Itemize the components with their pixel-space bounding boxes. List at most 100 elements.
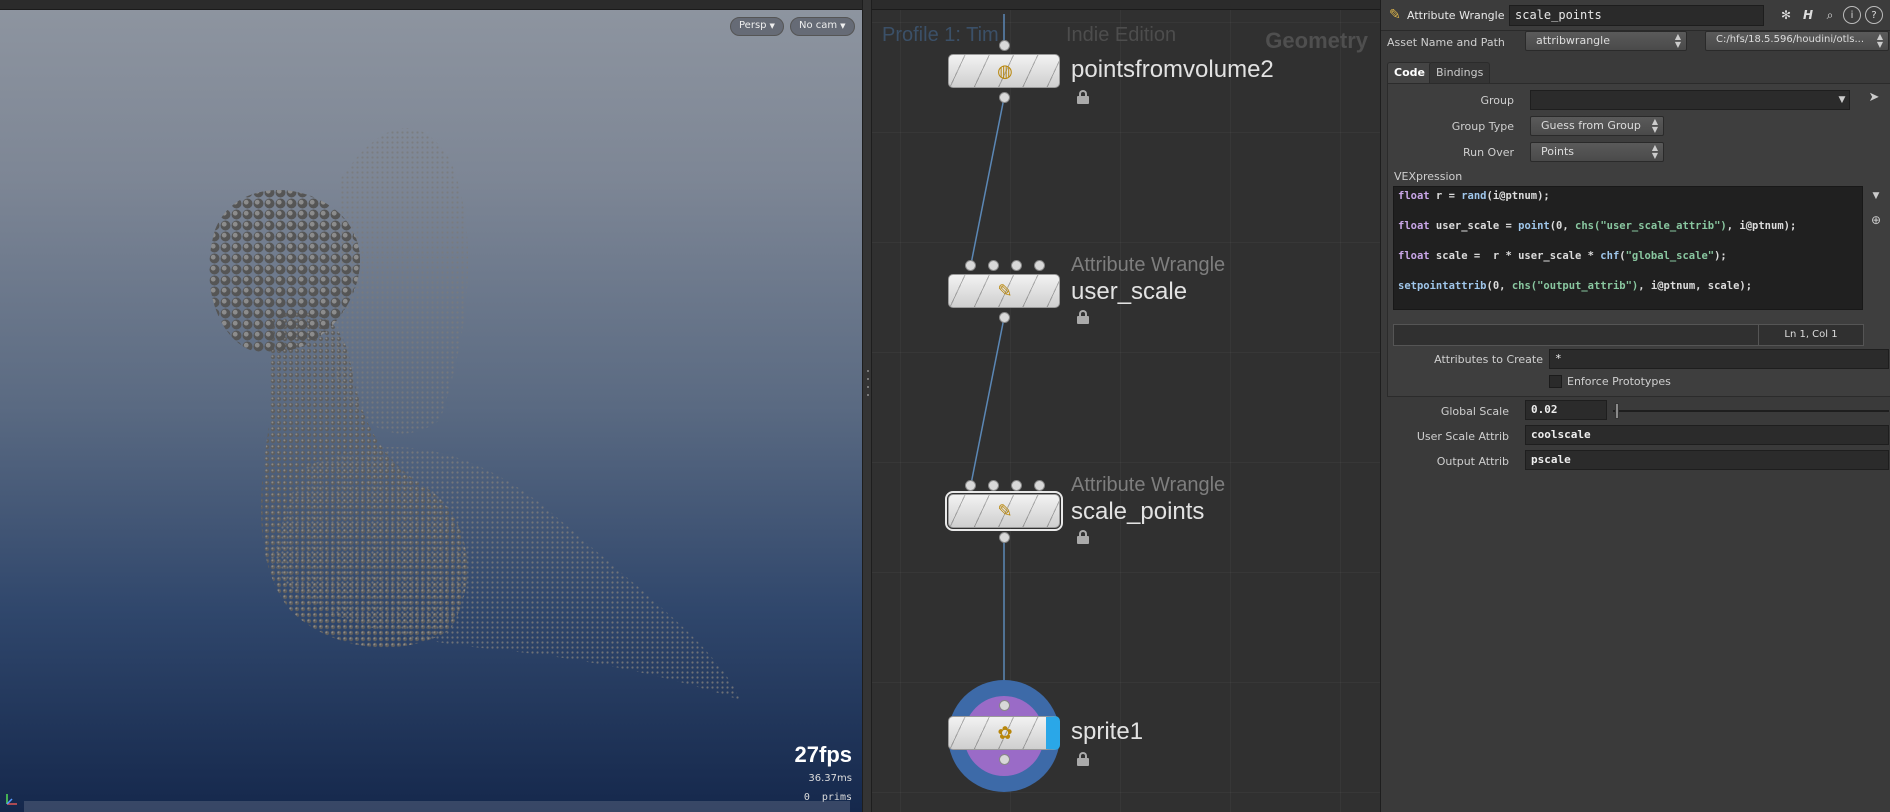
asset-name-menu[interactable]: attribwrangle ▲ ▼ (1525, 31, 1687, 51)
run-over-label: Run Over (1462, 146, 1514, 159)
node-input-port[interactable] (1011, 480, 1022, 491)
network-editor[interactable]: Profile 1: Tim Indie Edition Geometry ◍ … (872, 0, 1380, 812)
group-type-value: Guess from Group (1541, 119, 1641, 132)
run-over-menu[interactable]: Points ▲ ▼ (1530, 142, 1664, 162)
node-name-label: sprite1 (1071, 718, 1144, 745)
updown-arrow-icon: ▲ ▼ (1651, 117, 1658, 134)
chevron-down-icon: ▼ (769, 22, 775, 30)
camera-view-label: Persp (739, 20, 767, 31)
global-scale-field[interactable]: 0.02 (1525, 400, 1607, 420)
asset-label: Asset Name and Path (1387, 36, 1505, 49)
global-scale-slider[interactable] (1613, 410, 1889, 412)
lock-icon[interactable] (1076, 752, 1090, 766)
node-wires (970, 14, 1005, 705)
output-attrib-label: Output Attrib (1436, 455, 1509, 468)
node-output-port[interactable] (999, 92, 1010, 103)
gear-icon[interactable]: ✻ (1777, 6, 1795, 24)
updown-arrow-icon: ▲ ▼ (1651, 143, 1658, 160)
add-snippet-icon[interactable]: ⊕ (1868, 212, 1884, 228)
node-type-label: Attribute Wrangle (1071, 254, 1226, 276)
cursor-position: Ln 1, Col 1 (1758, 325, 1863, 345)
node-name-field[interactable]: scale_points (1509, 5, 1764, 26)
group-label: Group (1480, 94, 1515, 107)
help-h-icon[interactable]: H (1799, 6, 1817, 24)
volume-points-icon: ◍ (997, 61, 1013, 82)
node-input-port[interactable] (965, 260, 976, 271)
node-output-port[interactable] (999, 312, 1010, 323)
node-name-label: user_scale (1071, 278, 1188, 305)
frame-time-readout: 36.37ms (808, 773, 852, 784)
node-name-label: scale_points (1071, 498, 1205, 525)
camera-select-menu[interactable]: No cam ▼ (790, 17, 855, 36)
code-line: float user_scale = point(0, chs("user_sc… (1398, 220, 1797, 232)
lock-icon[interactable] (1076, 90, 1090, 104)
tab-bindings[interactable]: Bindings (1429, 62, 1491, 83)
node-input-port[interactable] (988, 480, 999, 491)
point-cloud-render (209, 127, 740, 700)
code-line: setpointattrib(0, chs("output_attrib"), … (1398, 280, 1753, 292)
group-type-menu[interactable]: Guess from Group ▲ ▼ (1530, 116, 1664, 136)
fps-readout: 27fps (794, 742, 852, 767)
node-sprite1[interactable]: ✿ (948, 716, 1060, 750)
attributes-to-create-field[interactable]: * (1549, 349, 1889, 369)
output-attrib-field[interactable]: pscale (1525, 450, 1889, 470)
vex-code-editor[interactable]: float r = rand(i@ptnum); float user_scal… (1393, 186, 1863, 310)
node-input-port[interactable] (1034, 260, 1045, 271)
code-line: float scale = r * user_scale * chf("glob… (1398, 250, 1727, 262)
scene-viewport[interactable]: Persp ▼ No cam ▼ 27fps 36.37ms 0 prims (0, 0, 862, 812)
camera-view-menu[interactable]: Persp ▼ (730, 17, 784, 36)
chevron-down-icon[interactable]: ▼ (1834, 92, 1850, 108)
code-line: float r = rand(i@ptnum); (1398, 190, 1550, 202)
node-type-label: Attribute Wrangle (1407, 9, 1505, 22)
node-output-port[interactable] (999, 532, 1010, 543)
divider-grip (867, 386, 869, 388)
axis-gizmo-icon (6, 794, 17, 805)
parameter-header: ✎ Attribute Wrangle scale_points ✻ H ⌕ i… (1381, 0, 1890, 31)
node-type-label: Attribute Wrangle (1071, 474, 1226, 496)
node-user-scale[interactable]: ✎ (948, 274, 1060, 308)
enforce-prototypes-label: Enforce Prototypes (1567, 375, 1671, 388)
asset-path-menu[interactable]: C:/hfs/18.5.596/houdini/otls... ▲ ▼ (1705, 31, 1889, 51)
node-input-port[interactable] (988, 260, 999, 271)
info-icon[interactable]: i (1843, 6, 1861, 24)
updown-arrow-icon: ▲ ▼ (1674, 32, 1681, 49)
select-arrow-icon[interactable]: ➤ (1866, 90, 1882, 106)
divider-grip (867, 378, 869, 380)
wrangle-icon: ✎ (1389, 7, 1401, 23)
sprite-icon: ✿ (997, 723, 1013, 744)
vexpression-label: VEXpression (1394, 170, 1463, 183)
asset-path-value: C:/hfs/18.5.596/houdini/otls... (1716, 34, 1865, 45)
node-output-port[interactable] (999, 754, 1010, 765)
chevron-down-icon: ▼ (840, 22, 846, 30)
asset-name-value: attribwrangle (1536, 34, 1610, 47)
user-scale-attrib-field[interactable]: coolscale (1525, 425, 1889, 445)
code-status-bar: Ln 1, Col 1 (1393, 324, 1864, 346)
group-field[interactable] (1530, 90, 1850, 110)
lock-icon[interactable] (1076, 310, 1090, 324)
wrangle-icon: ✎ (997, 501, 1013, 522)
wrangle-icon: ✎ (997, 281, 1013, 302)
viewport-status-bar (24, 801, 850, 812)
tab-code[interactable]: Code (1387, 62, 1432, 83)
node-input-port[interactable] (999, 700, 1010, 711)
global-scale-label: Global Scale (1440, 405, 1509, 418)
group-type-label: Group Type (1451, 120, 1514, 133)
node-scale-points[interactable]: ✎ (945, 491, 1063, 531)
camera-select-label: No cam (799, 20, 838, 31)
user-scale-attrib-label: User Scale Attrib (1416, 430, 1509, 443)
node-input-port[interactable] (965, 480, 976, 491)
node-input-port[interactable] (999, 40, 1010, 51)
search-icon[interactable]: ⌕ (1821, 6, 1839, 24)
attributes-to-create-label: Attributes to Create (1434, 353, 1543, 366)
node-name-label: pointsfromvolume2 (1071, 56, 1274, 83)
slider-handle[interactable] (1615, 403, 1619, 419)
node-pointsfromvolume2[interactable]: ◍ (948, 54, 1060, 88)
enforce-prototypes-checkbox[interactable] (1549, 375, 1562, 388)
node-input-port[interactable] (1011, 260, 1022, 271)
help-icon[interactable]: ? (1865, 6, 1883, 24)
chevron-down-icon[interactable]: ▼ (1868, 188, 1884, 204)
lock-icon[interactable] (1076, 530, 1090, 544)
updown-arrow-icon: ▲ ▼ (1876, 32, 1883, 49)
node-input-port[interactable] (1034, 480, 1045, 491)
pane-divider[interactable] (862, 0, 872, 812)
